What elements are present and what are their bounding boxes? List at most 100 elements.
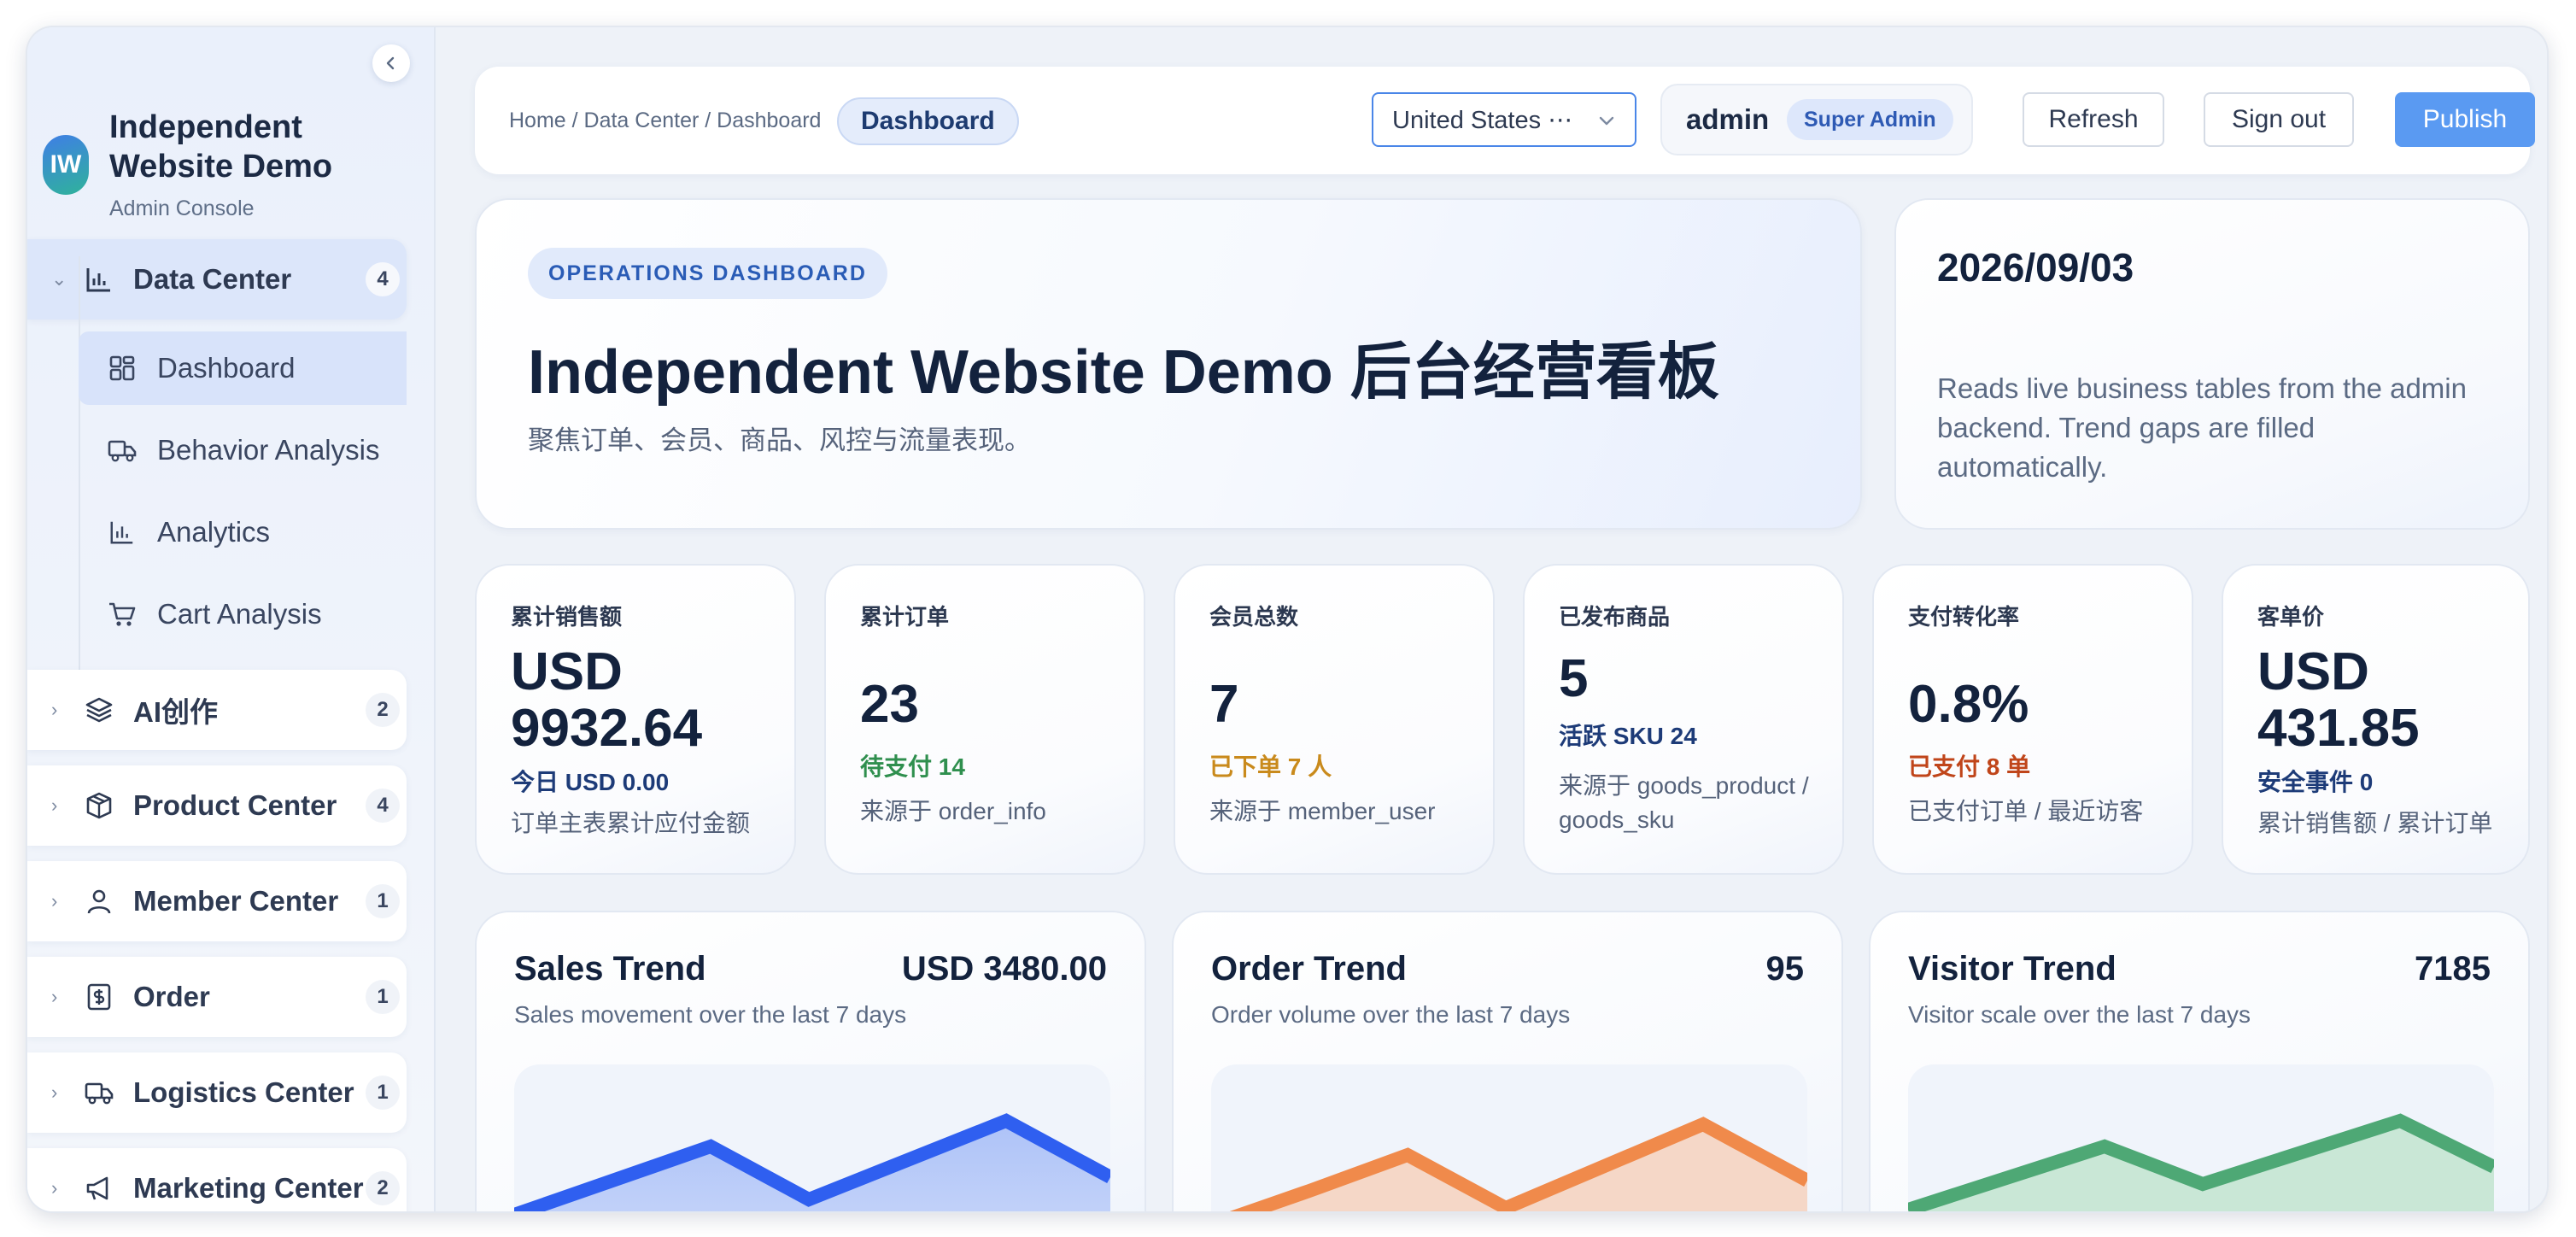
sidebar-item-behavior-analysis[interactable]: Behavior Analysis xyxy=(79,413,407,487)
kpi-footnote: 来源于 goods_product / goods_sku xyxy=(1559,772,1809,833)
kpi-label: 支付转化率 xyxy=(1908,604,2020,630)
trend-title: Sales Trend xyxy=(514,950,706,988)
kpi-card-published-products: 已发布商品 5 活跃 SKU 24 来源于 goods_product / go… xyxy=(1523,564,1844,875)
chevron-right-icon: › xyxy=(51,699,58,720)
kpi-card-total-sales: 累计销售额 USD 9932.64 今日 USD 0.00 订单主表累计应付金额 xyxy=(475,564,796,875)
sidebar: IW Independent Website Demo Admin Consol… xyxy=(27,27,436,1211)
sidebar-item-label: Cart Analysis xyxy=(157,598,322,630)
truck-icon xyxy=(82,1076,116,1110)
sidebar-item-cart-analysis[interactable]: Cart Analysis xyxy=(79,577,407,651)
trend-title: Visitor Trend xyxy=(1908,950,2116,988)
user-name: admin xyxy=(1686,103,1770,135)
kpi-highlight: 待支付 14 xyxy=(860,753,965,780)
app-window: IW Independent Website Demo Admin Consol… xyxy=(27,27,2547,1211)
nav-group-count: 2 xyxy=(366,1171,400,1205)
nav-group-ai-creation[interactable]: › AI创作 2 xyxy=(27,670,407,750)
kpi-label: 累计销售额 xyxy=(511,604,623,630)
kpi-value: USD 431.85 xyxy=(2257,642,2420,758)
chevron-right-icon: › xyxy=(51,986,58,1007)
dashboard-tag: OPERATIONS DASHBOARD xyxy=(528,248,887,299)
box-icon xyxy=(82,789,116,823)
chart-icon xyxy=(82,262,116,296)
chevron-right-icon: › xyxy=(51,794,58,816)
kpi-highlight: 已支付 8 单 xyxy=(1908,753,2031,780)
sidebar-item-label: Behavior Analysis xyxy=(157,434,380,466)
kpi-footnote: 来源于 member_user xyxy=(1209,798,1436,824)
trend-total: USD 3480.00 xyxy=(901,950,1107,988)
nav-group-count: 4 xyxy=(366,789,400,823)
nav-group-data-center[interactable]: ⌄ Data Center 4 xyxy=(27,239,407,320)
nav-group-label: Order xyxy=(133,981,210,1012)
brand-logo: IW xyxy=(43,135,89,195)
trend-subtitle: Order volume over the last 7 days xyxy=(1211,1001,1571,1028)
brand-name: Independent Website Demo xyxy=(109,109,333,185)
nav-group-label: Logistics Center xyxy=(133,1076,354,1108)
nav-group-product-center[interactable]: › Product Center 4 xyxy=(27,765,407,846)
trend-total: 95 xyxy=(1765,950,1805,988)
nav-group-count: 1 xyxy=(366,884,400,918)
user-icon xyxy=(82,884,116,918)
visitor-trend-card: Visitor Trend 7185 Visitor scale over th… xyxy=(1869,911,2530,1211)
region-select-value: United States ⋯ xyxy=(1392,106,1573,134)
kpi-value: USD 9932.64 xyxy=(511,642,703,758)
nav-group-count: 1 xyxy=(366,1076,400,1110)
kpi-card-avg-order-value: 客单价 USD 431.85 安全事件 0 累计销售额 / 累计订单 xyxy=(2222,564,2530,875)
data-source-note: Reads live business tables from the admi… xyxy=(1937,372,2467,483)
kpi-highlight: 活跃 SKU 24 xyxy=(1559,723,1697,749)
visitor-trend-chart xyxy=(1908,1064,2494,1211)
chevron-down-icon xyxy=(1599,116,1614,126)
hero-card: OPERATIONS DASHBOARD Independent Website… xyxy=(475,198,1862,530)
kpi-label: 客单价 xyxy=(2257,604,2325,630)
cart-icon xyxy=(106,598,138,630)
brand-subtitle: Admin Console xyxy=(109,196,255,220)
refresh-button[interactable]: Refresh xyxy=(2023,92,2164,147)
brand: IW Independent Website Demo Admin Consol… xyxy=(43,82,419,227)
sidebar-item-analytics[interactable]: Analytics xyxy=(79,495,407,569)
chevron-down-icon: ⌄ xyxy=(51,268,67,290)
top-bar: Home / Data Center / Dashboard Dashboard… xyxy=(475,67,2535,174)
chevron-left-icon xyxy=(386,56,395,70)
page-subtitle: 聚焦订单、会员、商品、风控与流量表现。 xyxy=(528,425,1031,455)
nav-group-marketing-center[interactable]: › Marketing Center 2 xyxy=(27,1148,407,1211)
nav-group-count: 1 xyxy=(366,980,400,1014)
sidebar-item-label: Analytics xyxy=(157,516,271,548)
chevron-right-icon: › xyxy=(51,890,58,912)
kpi-value: 23 xyxy=(860,675,919,734)
kpi-footnote: 订单主表累计应付金额 xyxy=(511,810,751,836)
nav-group-label: Marketing Center xyxy=(133,1172,364,1204)
breadcrumb[interactable]: Home / Data Center / Dashboard xyxy=(509,67,821,174)
visitors-area xyxy=(1908,1121,2494,1211)
kpi-label: 已发布商品 xyxy=(1559,604,1671,630)
page-title: Independent Website Demo 后台经营看板 xyxy=(528,338,1719,407)
dashboard-icon xyxy=(106,352,138,384)
region-select[interactable]: United States ⋯ xyxy=(1372,92,1636,147)
nav-group-count: 4 xyxy=(366,262,400,296)
nav-group-member-center[interactable]: › Member Center 1 xyxy=(27,861,407,941)
chart-icon xyxy=(106,516,138,548)
kpi-footnote: 来源于 order_info xyxy=(860,798,1046,824)
order-trend-card: Order Trend 95 Order volume over the las… xyxy=(1172,911,1843,1211)
nav-group-order[interactable]: › Order 1 xyxy=(27,957,407,1037)
nav-group-label: Product Center xyxy=(133,789,337,821)
nav-group-label: Data Center xyxy=(133,263,292,295)
date-card: 2026/09/03 Reads live business tables fr… xyxy=(1894,198,2530,530)
trend-title: Order Trend xyxy=(1211,950,1407,988)
nav-group-label: AI创作 xyxy=(133,696,218,728)
kpi-highlight: 安全事件 0 xyxy=(2257,769,2374,795)
collapse-sidebar-button[interactable] xyxy=(372,44,410,82)
nav-group-logistics-center[interactable]: › Logistics Center 1 xyxy=(27,1052,407,1133)
sidebar-item-dashboard[interactable]: Dashboard xyxy=(79,331,407,405)
trend-total: 7185 xyxy=(2415,950,2491,988)
chevron-right-icon: › xyxy=(51,1082,58,1103)
order-trend-chart xyxy=(1211,1064,1807,1211)
order-icon xyxy=(82,980,116,1014)
kpi-highlight: 今日 USD 0.00 xyxy=(511,769,670,795)
trend-subtitle: Visitor scale over the last 7 days xyxy=(1908,1001,2251,1028)
user-info: admin Super Admin xyxy=(1660,84,1973,155)
kpi-highlight: 已下单 7 人 xyxy=(1209,753,1332,780)
publish-button[interactable]: Publish xyxy=(2395,92,2535,147)
sign-out-button[interactable]: Sign out xyxy=(2204,92,2354,147)
kpi-value: 7 xyxy=(1209,675,1239,734)
nav-group-label: Member Center xyxy=(133,885,339,917)
kpi-label: 累计订单 xyxy=(860,604,950,630)
